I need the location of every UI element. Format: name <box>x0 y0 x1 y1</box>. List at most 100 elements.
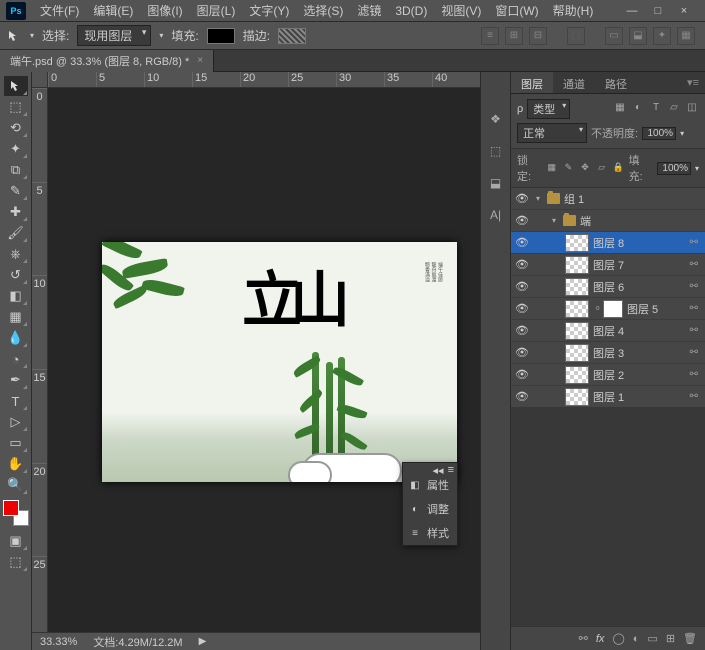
mode-icon[interactable]: ▦ <box>677 27 695 45</box>
brush-tool[interactable]: 🖌 <box>4 223 28 243</box>
align-icon[interactable]: ⊞ <box>505 27 523 45</box>
layer-group[interactable]: 👁 ▾ 组 1 <box>511 188 705 210</box>
doc-size[interactable]: 文档:4.29M/12.2M <box>93 634 182 650</box>
foreground-color[interactable] <box>3 500 19 516</box>
layer-thumb[interactable] <box>565 234 589 252</box>
lock-transparent-icon[interactable]: ▦ <box>545 162 558 175</box>
filter-adjust-icon[interactable]: ◐ <box>631 102 645 116</box>
move-tool[interactable] <box>4 76 28 96</box>
layer-thumb[interactable] <box>565 278 589 296</box>
menu-filter[interactable]: 滤镜 <box>351 0 387 21</box>
menu-layer[interactable]: 图层(L) <box>191 0 242 21</box>
zoom-tool[interactable]: 🔍 <box>4 475 28 495</box>
eraser-tool[interactable]: ◧ <box>4 286 28 306</box>
collapsed-panel-icon[interactable]: ⬓ <box>487 174 505 192</box>
distribute-icon[interactable]: ⬚ <box>567 27 585 45</box>
wand-tool[interactable]: ✦ <box>4 139 28 159</box>
layer-mask-thumb[interactable] <box>603 300 623 318</box>
twirl-icon[interactable]: ▾ <box>533 194 543 203</box>
visibility-icon[interactable]: 👁 <box>515 214 529 227</box>
hand-tool[interactable]: ✋ <box>4 454 28 474</box>
link-layers-icon[interactable]: ⚯ <box>579 632 588 645</box>
fill-value[interactable]: 100% <box>657 162 691 175</box>
menu-view[interactable]: 视图(V) <box>435 0 487 21</box>
visibility-icon[interactable]: 👁 <box>515 324 529 337</box>
blend-mode-dropdown[interactable]: 正常 <box>517 123 587 143</box>
mode-icon[interactable]: ✦ <box>653 27 671 45</box>
align-icon[interactable]: ≡ <box>481 27 499 45</box>
trash-icon[interactable]: 🗑 <box>683 632 697 645</box>
tab-paths[interactable]: 路径 <box>595 72 637 93</box>
layer-thumb[interactable] <box>565 322 589 340</box>
stroke-swatch[interactable] <box>278 28 306 44</box>
eyedropper-tool[interactable]: ✎ <box>4 181 28 201</box>
link-icon[interactable]: ⚯ <box>690 237 701 248</box>
visibility-icon[interactable]: 👁 <box>515 192 529 205</box>
fill-swatch[interactable] <box>207 28 235 44</box>
dodge-tool[interactable]: ◔ <box>4 349 28 369</box>
layer-row[interactable]: 👁 图层 2 ⚯ <box>511 364 705 386</box>
layer-select-dropdown[interactable]: 现用图层 <box>77 25 151 46</box>
visibility-icon[interactable]: 👁 <box>515 390 529 403</box>
quickmask-tool[interactable]: ▣ <box>4 531 28 551</box>
pen-tool[interactable]: ✒ <box>4 370 28 390</box>
layer-row[interactable]: 👁 图层 1 ⚯ <box>511 386 705 407</box>
visibility-icon[interactable]: 👁 <box>515 280 529 293</box>
status-menu-icon[interactable]: ▶ <box>199 636 207 647</box>
tab-layers[interactable]: 图层 <box>511 72 553 93</box>
flyout-adjustments[interactable]: ◐调整 <box>403 497 457 521</box>
lock-pixels-icon[interactable]: ✎ <box>562 162 575 175</box>
mode-icon[interactable]: ▭ <box>605 27 623 45</box>
flyout-styles[interactable]: ≡样式 <box>403 521 457 545</box>
color-swatches[interactable] <box>3 500 29 526</box>
close-tab-icon[interactable]: × <box>197 55 203 66</box>
fx-icon[interactable]: fx <box>596 633 605 645</box>
layer-row[interactable]: 👁 图层 8 ⚯ <box>511 232 705 254</box>
layer-thumb[interactable] <box>565 344 589 362</box>
menu-file[interactable]: 文件(F) <box>34 0 85 21</box>
link-icon[interactable]: ⚯ <box>690 281 701 292</box>
filter-pixel-icon[interactable]: ▦ <box>613 102 627 116</box>
zoom-level[interactable]: 33.33% <box>40 636 77 648</box>
link-icon[interactable]: ⚯ <box>690 369 701 380</box>
crop-tool[interactable]: ⧉ <box>4 160 28 180</box>
mode-icon[interactable]: ⬓ <box>629 27 647 45</box>
link-icon[interactable]: ⚯ <box>690 303 701 314</box>
close-button[interactable]: × <box>677 5 691 17</box>
visibility-icon[interactable]: 👁 <box>515 368 529 381</box>
layer-thumb[interactable] <box>565 366 589 384</box>
properties-flyout[interactable]: ◂◂≡ ◧属性 ◐调整 ≡样式 <box>402 462 458 546</box>
layer-row[interactable]: 👁 ⚬ 图层 5 ⚯ <box>511 298 705 320</box>
visibility-icon[interactable]: 👁 <box>515 258 529 271</box>
link-icon[interactable]: ⚯ <box>690 391 701 402</box>
screen-mode-tool[interactable]: ⬚ <box>4 552 28 572</box>
menu-select[interactable]: 选择(S) <box>297 0 349 21</box>
layer-row[interactable]: 👁 图层 6 ⚯ <box>511 276 705 298</box>
visibility-icon[interactable]: 👁 <box>515 302 529 315</box>
gradient-tool[interactable]: ▦ <box>4 307 28 327</box>
lasso-tool[interactable]: ⟲ <box>4 118 28 138</box>
link-icon[interactable]: ⚯ <box>690 347 701 358</box>
stamp-tool[interactable]: ⎈ <box>4 244 28 264</box>
heal-tool[interactable]: ✚ <box>4 202 28 222</box>
type-tool[interactable]: T <box>4 391 28 411</box>
menu-window[interactable]: 窗口(W) <box>489 0 544 21</box>
align-icon[interactable]: ⊟ <box>529 27 547 45</box>
group-icon[interactable]: ▭ <box>647 632 657 645</box>
chevron-down-icon[interactable]: ▾ <box>30 31 34 40</box>
menu-3d[interactable]: 3D(D) <box>389 2 433 20</box>
layer-thumb[interactable] <box>565 256 589 274</box>
menu-type[interactable]: 文字(Y) <box>243 0 295 21</box>
new-layer-icon[interactable]: ⊞ <box>666 632 675 645</box>
filter-type-icon[interactable]: T <box>649 102 663 116</box>
link-icon[interactable]: ⚯ <box>690 325 701 336</box>
flyout-properties[interactable]: ◧属性 <box>403 473 457 497</box>
history-brush-tool[interactable]: ↺ <box>4 265 28 285</box>
menu-image[interactable]: 图像(I) <box>141 0 188 21</box>
collapsed-panel-icon[interactable]: ❖ <box>487 110 505 128</box>
adjustment-icon[interactable]: ◐ <box>633 633 640 645</box>
filter-shape-icon[interactable]: ▱ <box>667 102 681 116</box>
blur-tool[interactable]: 💧 <box>4 328 28 348</box>
maximize-button[interactable]: □ <box>651 5 665 17</box>
link-icon[interactable]: ⚯ <box>690 259 701 270</box>
